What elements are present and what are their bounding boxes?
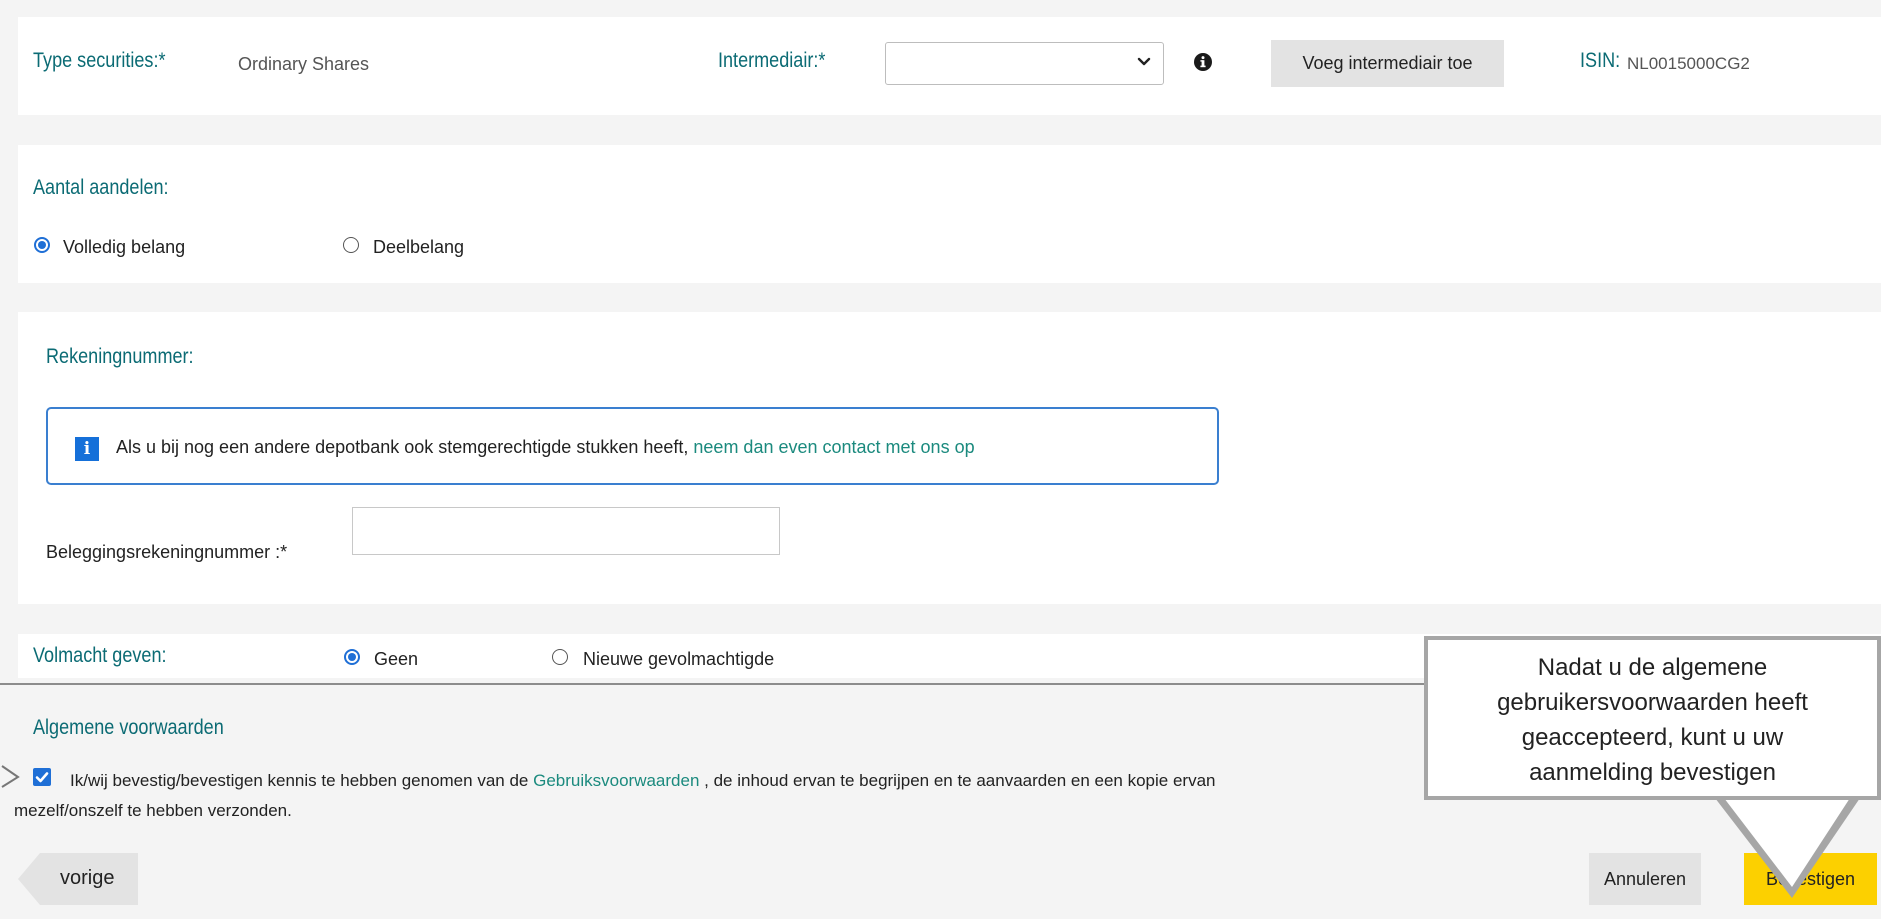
- contact-us-link[interactable]: neem dan even contact met ons op: [693, 437, 974, 457]
- info-icon[interactable]: [1193, 52, 1213, 72]
- radio-partial-interest-label: Deelbelang: [373, 237, 465, 257]
- cancel-button[interactable]: Annuleren: [1589, 853, 1701, 905]
- radio-proxy-new-label: Nieuwe gevolmachtigde: [583, 649, 775, 669]
- previous-button[interactable]: vorige: [18, 853, 138, 905]
- confirm-button[interactable]: Bevestigen: [1744, 853, 1877, 905]
- account-number-label: Beleggingsrekeningnummer :*: [46, 542, 288, 562]
- previous-button-label: vorige: [60, 867, 115, 889]
- radio-partial-interest[interactable]: [343, 237, 359, 253]
- callout-line-2: gebruikersvoorwaarden heeft: [1497, 689, 1808, 716]
- annotation-callout: Nadat u de algemene gebruikersvoorwaarde…: [1424, 636, 1881, 800]
- chevron-down-icon: [1137, 57, 1151, 66]
- proxy-heading: Volmacht geven:: [33, 644, 167, 667]
- terms-heading: Algemene voorwaarden: [33, 716, 224, 739]
- terms-text-line2: mezelf/onszelf te hebben verzonden.: [14, 801, 292, 820]
- info-square-icon: i: [75, 437, 99, 461]
- terms-text-before: Ik/wij bevestig/bevestigen kennis te heb…: [70, 771, 529, 790]
- add-intermediary-button[interactable]: Voeg intermediair toe: [1271, 40, 1504, 87]
- callout-line-1: Nadat u de algemene: [1537, 654, 1768, 681]
- terms-of-use-link[interactable]: Gebruiksvoorwaarden: [533, 771, 699, 790]
- radio-full-interest-label: Volledig belang: [63, 237, 186, 257]
- callout-line-4: aanmelding bevestigen: [1529, 759, 1776, 786]
- terms-text: Ik/wij bevestig/bevestigen kennis te heb…: [70, 771, 1215, 791]
- account-number-input[interactable]: [352, 507, 780, 555]
- securities-panel: Type securities:* Ordinary Shares Interm…: [18, 17, 1881, 115]
- type-securities-label: Type securities:*: [33, 49, 166, 72]
- intermediary-label: Intermediair:*: [718, 49, 826, 72]
- radio-proxy-none-label: Geen: [374, 649, 419, 669]
- info-notice: i Als u bij nog een andere depotbank ook…: [46, 407, 1219, 485]
- checkmark-icon: [35, 772, 49, 783]
- radio-proxy-none[interactable]: [344, 649, 360, 665]
- info-notice-text: Als u bij nog een andere depotbank ook s…: [116, 437, 975, 458]
- account-heading: Rekeningnummer:: [46, 345, 194, 368]
- isin-value: NL0015000CG2: [1627, 54, 1750, 73]
- callout-line-3: geaccepteerd, kunt u uw: [1521, 724, 1784, 751]
- terms-text-after: , de inhoud ervan te begrijpen en te aan…: [704, 771, 1216, 790]
- radio-proxy-new[interactable]: [552, 649, 568, 665]
- terms-checkbox[interactable]: [33, 768, 51, 786]
- radio-full-interest[interactable]: [34, 237, 50, 253]
- info-notice-message: Als u bij nog een andere depotbank ook s…: [116, 437, 689, 457]
- shares-heading: Aantal aandelen:: [33, 176, 169, 199]
- intermediary-select[interactable]: [885, 42, 1164, 85]
- type-securities-value: Ordinary Shares: [238, 54, 370, 74]
- shares-panel: Aantal aandelen: Volledig belang Deelbel…: [18, 145, 1881, 283]
- isin-label: ISIN:: [1580, 49, 1621, 72]
